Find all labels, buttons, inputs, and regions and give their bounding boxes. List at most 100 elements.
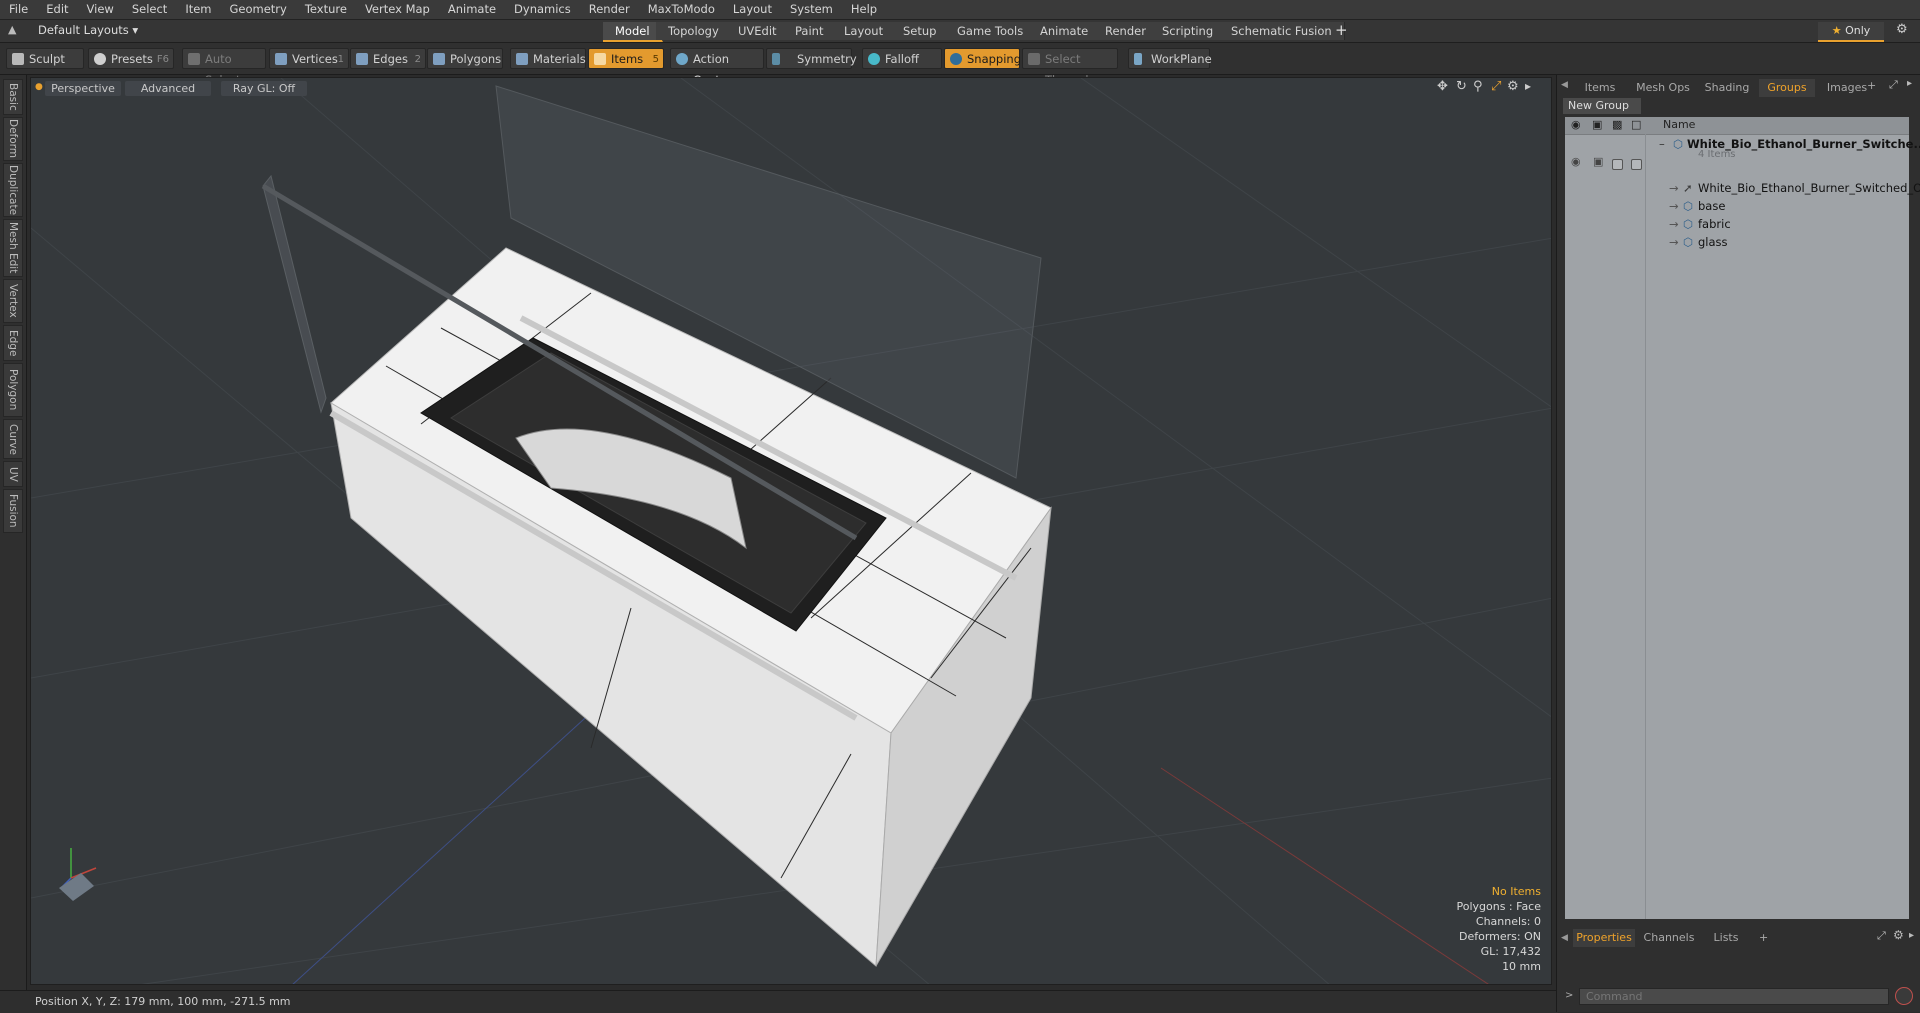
shading-mode-button[interactable]: Advanced <box>125 81 211 96</box>
gear-icon[interactable]: ⚙ <box>1896 22 1908 37</box>
add-tab-icon[interactable]: + <box>1335 21 1348 39</box>
presets-icon <box>94 53 106 65</box>
panel-menu-arrow-icon[interactable]: ▸ <box>1907 78 1912 89</box>
viewport-menu-arrow-icon[interactable]: ▸ <box>1525 79 1531 93</box>
left-tab-mesh-edit[interactable]: Mesh Edit <box>3 219 23 277</box>
tab-schematic-fusion[interactable]: Schematic Fusion <box>1219 22 1345 40</box>
auto-select-button[interactable]: Auto Select <box>182 48 266 87</box>
action-center-button[interactable]: Action Center <box>670 48 764 87</box>
menu-dynamics[interactable]: Dynamics <box>505 0 580 19</box>
viewport-settings-icon[interactable]: ⚙ <box>1507 79 1519 94</box>
pan-icon[interactable]: ✥ <box>1437 79 1448 94</box>
menu-system[interactable]: System <box>781 0 842 19</box>
layout-collapse-icon[interactable]: ▲ <box>8 23 16 36</box>
sculpt-button[interactable]: Sculpt <box>6 48 84 69</box>
left-tab-polygon[interactable]: Polygon <box>3 363 23 417</box>
child-name-1: White_Bio_Ethanol_Burner_Switched_Off <box>1698 181 1920 195</box>
rotate-icon[interactable]: ↻ <box>1456 79 1467 94</box>
tab-groups[interactable]: Groups <box>1759 79 1815 97</box>
menu-layout[interactable]: Layout <box>724 0 781 19</box>
materials-button[interactable]: Materials <box>510 48 586 69</box>
layout-dropdown[interactable]: Default Layouts ▾ <box>38 23 138 37</box>
properties-menu-arrow-icon[interactable]: ▸ <box>1909 930 1914 941</box>
view-type-button[interactable]: Perspective <box>45 81 121 96</box>
add-bottom-tab-icon[interactable]: + <box>1759 931 1768 944</box>
tab-items[interactable]: Items <box>1573 79 1627 97</box>
menu-geometry[interactable]: Geometry <box>221 0 296 19</box>
lock-icon[interactable]: ▩ <box>1612 118 1622 131</box>
tree-row-child-3[interactable]: → ⬡ fabric <box>1565 215 1909 233</box>
symmetry-button[interactable]: Symmetry <box>766 48 857 69</box>
tab-shading[interactable]: Shading <box>1697 79 1757 97</box>
command-history-icon[interactable] <box>1895 987 1913 1005</box>
tab-layout[interactable]: Layout <box>832 22 897 40</box>
tab-properties[interactable]: Properties <box>1573 929 1635 947</box>
properties-collapse-icon[interactable]: ◀ <box>1561 933 1568 943</box>
tab-game-tools[interactable]: Game Tools <box>945 22 1037 40</box>
left-tab-edge[interactable]: Edge <box>3 325 23 361</box>
tab-topology[interactable]: Topology <box>656 22 732 40</box>
left-tab-fusion[interactable]: Fusion <box>3 489 23 533</box>
left-tab-basic[interactable]: Basic <box>3 79 23 115</box>
panel-collapse-icon[interactable]: ◀ <box>1561 80 1568 90</box>
menu-help[interactable]: Help <box>842 0 886 19</box>
expand-panel-icon[interactable]: ⤢ <box>1889 78 1898 92</box>
gl-info: GL: 17,432 <box>1480 945 1541 958</box>
zoom-icon[interactable]: ⚲ <box>1473 79 1483 94</box>
tree-row-child-4[interactable]: → ⬡ glass <box>1565 233 1909 251</box>
menu-edit[interactable]: Edit <box>37 0 77 19</box>
tab-setup[interactable]: Setup <box>891 22 950 40</box>
menu-animate[interactable]: Animate <box>439 0 505 19</box>
tab-lists[interactable]: Lists <box>1703 929 1749 947</box>
left-tab-deform[interactable]: Deform <box>3 117 23 161</box>
properties-settings-icon[interactable]: ⚙ <box>1893 928 1904 942</box>
items-button[interactable]: Items 5 <box>588 48 664 69</box>
left-tab-vertex[interactable]: Vertex <box>3 279 23 323</box>
menu-render[interactable]: Render <box>580 0 639 19</box>
menu-select[interactable]: Select <box>123 0 176 19</box>
select-through-button[interactable]: Select Through <box>1022 48 1118 87</box>
menu-view[interactable]: View <box>78 0 123 19</box>
left-tab-uv[interactable]: UV <box>3 461 23 487</box>
presets-button[interactable]: Presets F6 <box>88 48 174 69</box>
tab-model[interactable]: Model <box>603 22 663 42</box>
snapping-button[interactable]: Snapping <box>944 48 1021 69</box>
command-input[interactable] <box>1579 988 1889 1005</box>
select-icon[interactable]: □ <box>1631 118 1641 131</box>
tab-uvedit[interactable]: UVEdit <box>726 22 790 40</box>
vertices-button[interactable]: Vertices 1 <box>269 48 349 69</box>
tab-channels[interactable]: Channels <box>1639 929 1699 947</box>
3d-viewport[interactable]: ● Perspective Advanced Ray GL: Off ✥ ↻ ⚲… <box>30 77 1552 985</box>
add-panel-tab-icon[interactable]: + <box>1867 79 1876 92</box>
tab-mesh-ops[interactable]: Mesh Ops <box>1631 79 1695 97</box>
tab-scripting[interactable]: Scripting <box>1150 22 1227 40</box>
row-select-checkbox[interactable] <box>1631 159 1642 170</box>
menu-maxtomodo[interactable]: MaxToModo <box>639 0 724 19</box>
render-icon[interactable]: ▣ <box>1592 118 1602 131</box>
edges-button[interactable]: Edges 2 <box>350 48 426 69</box>
row-lock-checkbox[interactable] <box>1612 159 1623 170</box>
falloff-button[interactable]: Falloff <box>862 48 942 69</box>
expand-properties-icon[interactable]: ⤢ <box>1877 929 1886 943</box>
viewport-scene[interactable] <box>31 78 1552 985</box>
menu-vertex-map[interactable]: Vertex Map <box>356 0 439 19</box>
menu-item[interactable]: Item <box>176 0 220 19</box>
left-tab-curve[interactable]: Curve <box>3 419 23 459</box>
raygl-button[interactable]: Ray GL: Off <box>221 81 307 96</box>
polygons-button[interactable]: Polygons <box>427 48 503 69</box>
layout-tabbar: ▲ Default Layouts ▾ Model Topology UVEdi… <box>0 20 1920 43</box>
tree-row-child-1[interactable]: → ➚ White_Bio_Ethanol_Burner_Switched_Of… <box>1565 179 1920 197</box>
row-render-icon[interactable]: ▣ <box>1593 155 1603 168</box>
tab-paint[interactable]: Paint <box>783 22 837 40</box>
row-eye-icon[interactable]: ◉ <box>1571 155 1581 168</box>
left-tab-duplicate[interactable]: Duplicate <box>3 163 23 217</box>
only-toggle[interactable]: ★ Only <box>1818 22 1884 42</box>
maximize-viewport-icon[interactable]: ⤢ <box>1491 79 1501 94</box>
tree-row-child-2[interactable]: → ⬡ base <box>1565 197 1909 215</box>
tab-animate[interactable]: Animate <box>1028 22 1102 40</box>
menu-file[interactable]: File <box>0 0 37 19</box>
menu-texture[interactable]: Texture <box>296 0 356 19</box>
workplane-button[interactable]: WorkPlane <box>1128 48 1212 69</box>
new-group-button[interactable]: New Group <box>1563 98 1641 114</box>
visibility-eye-icon[interactable]: ◉ <box>1571 118 1581 131</box>
